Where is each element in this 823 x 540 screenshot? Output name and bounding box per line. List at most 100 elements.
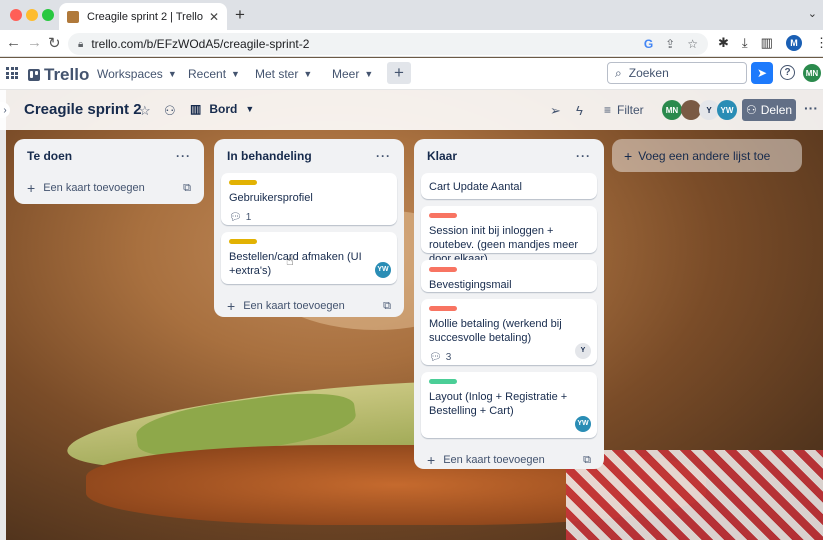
maximize-window-button[interactable] [42,9,54,21]
card-label-red[interactable] [429,213,457,218]
chevron-down-icon: ▼ [245,104,255,114]
list-actions-icon[interactable]: ··· [176,149,191,163]
browser-toolbar: ← → ↻ 🔒︎ trello.com/b/EFzWOdA5/creagile-… [0,30,823,57]
list-te-doen: Te doen ··· + Een kaart toevoegen ⧉ [14,139,204,204]
search-input[interactable]: ⌕ Zoeken [607,62,747,84]
chevron-down-icon: ▼ [231,69,240,79]
trello-logo[interactable]: Trello [28,65,89,85]
address-bar[interactable]: 🔒︎ trello.com/b/EFzWOdA5/creagile-sprint… [68,33,708,55]
notifications-icon[interactable]: ➤ [751,62,773,84]
menu-label: Recent [188,67,227,81]
reload-icon[interactable]: ↻ [48,34,61,52]
add-person-icon: ⚇ [745,103,757,117]
expand-sidebar-icon[interactable]: › [0,102,10,118]
list-title[interactable]: In behandeling [227,149,312,163]
card-member-avatar[interactable]: YW [575,416,591,432]
lock-icon: 🔒︎ [78,38,84,50]
power-ups-icon[interactable]: ➢ [550,103,561,119]
card-label-red[interactable] [429,267,457,272]
plus-icon: + [427,452,436,468]
card-member-avatar[interactable]: YW [375,262,391,278]
browser-profile-avatar[interactable]: M [785,35,802,51]
card-label-green[interactable] [429,379,457,384]
automation-icon[interactable]: ϟ [576,103,583,118]
share-button[interactable]: ⚇ Delen [742,99,796,121]
help-icon[interactable]: ? [780,65,795,80]
card[interactable]: Cart Update Aantal [421,173,597,199]
chevron-down-icon: ▼ [303,69,313,79]
add-card-button[interactable]: + Een kaart toevoegen ⧉ [21,173,197,203]
card-title: Gebruikersprofiel [229,192,313,204]
card[interactable]: Bestellen/card afmaken (UI +extra's) YW [221,232,397,284]
close-tab-icon[interactable]: ✕ [209,10,219,24]
add-list-label: Voeg een andere lijst toe [638,148,771,163]
star-icon[interactable]: ☆ [139,103,151,119]
menu-recent[interactable]: Recent ▼ [188,67,240,81]
app-switcher-icon[interactable] [6,67,18,79]
list-actions-icon[interactable]: ··· [376,149,391,163]
member-avatar[interactable]: YW [717,100,737,120]
card-template-icon[interactable]: ⧉ [583,454,591,467]
filter-label: Filter [617,103,644,117]
list-title[interactable]: Klaar [427,149,457,163]
comment-count: 3 [445,352,452,363]
visibility-icon[interactable]: ⚇ [164,103,176,119]
filter-button[interactable]: ≡ Filter [604,103,644,117]
board-view-switcher[interactable]: ▥ Bord ▼ [190,102,254,116]
create-button[interactable]: + [387,62,411,84]
card-label-yellow[interactable] [229,180,257,185]
menu-label: Met ster [255,67,299,81]
board-menu-icon[interactable]: ··· [804,100,818,116]
forward-arrow-icon[interactable]: → [27,34,42,51]
minimize-window-button[interactable] [26,9,38,21]
browser-menu-icon[interactable]: ⋮ [815,35,823,51]
member-avatar-photo[interactable] [681,100,701,120]
menu-workspaces[interactable]: Workspaces ▼ [97,67,177,81]
download-icon[interactable]: ⤓ [742,35,748,51]
comment-icon: 💬︎ [229,212,242,223]
add-card-label: Een kaart toevoegen [243,300,345,312]
list-title[interactable]: Te doen [27,149,72,163]
card-title: Bestellen/card afmaken (UI +extra's) [229,251,362,277]
google-icon[interactable]: G [644,37,653,51]
new-tab-icon[interactable]: + [235,5,245,25]
board-title[interactable]: Creagile sprint 2 [24,101,142,118]
card[interactable]: Gebruikersprofiel 💬︎ 1 [221,173,397,225]
plus-icon: + [27,180,36,196]
close-window-button[interactable] [10,9,22,21]
card-template-icon[interactable]: ⧉ [383,300,391,313]
tab-search-chevron-icon[interactable]: ⌄ [808,7,817,20]
member-avatar[interactable]: Y [699,100,719,120]
card-label-yellow[interactable] [229,239,257,244]
extensions-puzzle-icon[interactable]: ✱ [718,35,729,51]
add-list-button[interactable]: + Voeg een andere lijst toe [612,139,802,172]
list-actions-icon[interactable]: ··· [576,149,591,163]
card[interactable]: Mollie betaling (werkend bij succesvolle… [421,299,597,365]
bookmark-star-icon[interactable]: ☆ [687,37,698,51]
add-card-button[interactable]: + Een kaart toevoegen ⧉ [221,291,397,321]
card[interactable]: Layout (Inlog + Registratie + Bestelling… [421,372,597,438]
add-card-button[interactable]: + Een kaart toevoegen ⧉ [421,445,597,475]
add-card-label: Een kaart toevoegen [443,454,545,466]
member-avatar[interactable]: MN [662,100,682,120]
search-icon: ⌕ [615,65,622,80]
list-header: Klaar ··· [421,139,597,173]
browser-tab[interactable]: Creagile sprint 2 | Trello ✕ [59,3,227,30]
share-page-icon[interactable]: ⇪ [665,37,675,51]
plus-icon: + [624,147,633,164]
chevron-down-icon: ▼ [364,69,374,79]
card-label-red[interactable] [429,306,457,311]
list-klaar: Klaar ··· Cart Update Aantal Session ini… [414,139,604,469]
card-member-avatar[interactable]: Y [575,343,591,359]
card[interactable]: Bevestigingsmail [421,260,597,292]
side-panel-icon[interactable]: ▥ [761,35,773,51]
add-card-label: Een kaart toevoegen [43,182,145,194]
trello-header: Trello Workspaces ▼ Recent ▼ Met ster ▼ Mee… [0,58,823,90]
card-template-icon[interactable]: ⧉ [183,182,191,195]
menu-starred[interactable]: Met ster ▼ [255,67,312,81]
account-avatar[interactable]: MN [803,64,821,82]
card[interactable]: Session init bij inloggen + routebev. (g… [421,206,597,265]
back-arrow-icon[interactable]: ← [6,34,21,51]
menu-more[interactable]: Meer ▼ [332,67,373,81]
comment-count: 1 [245,212,252,223]
